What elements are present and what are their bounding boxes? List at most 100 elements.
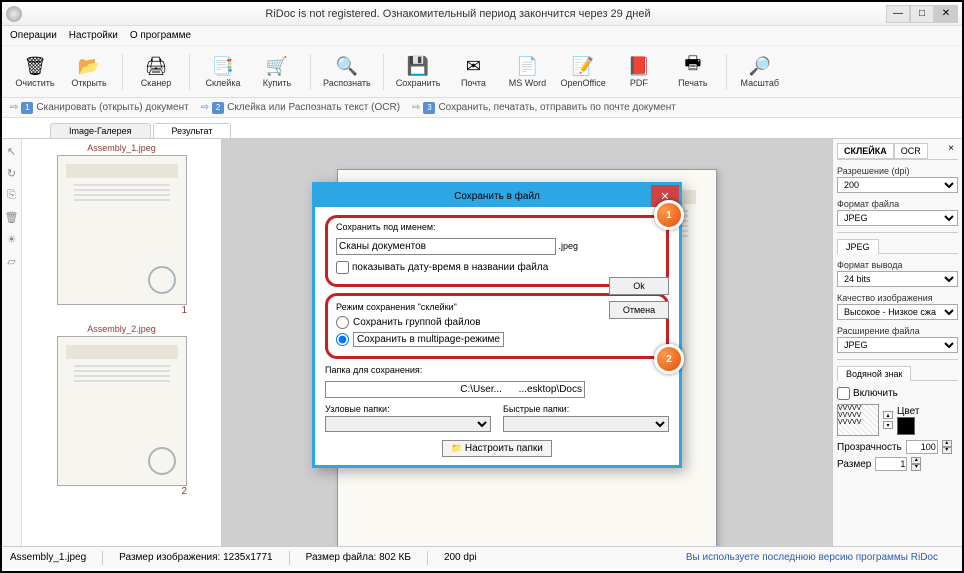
status-version-link[interactable]: Вы используете последнюю версию программ… — [686, 552, 938, 563]
output-label: Формат вывода — [837, 260, 958, 270]
tool-pointer-icon[interactable]: ↖ — [5, 145, 19, 159]
ext-label: Расширение файла — [837, 326, 958, 336]
toolbar-сканер[interactable]: 🖨Сканер — [131, 50, 181, 94]
watermark-enable-label: Включить — [853, 388, 898, 399]
document-tabs: Image-Галерея Результат — [2, 118, 962, 138]
rtab-ocr[interactable]: OCR — [894, 143, 928, 159]
toolbar-склейка[interactable]: 📑Склейка — [198, 50, 248, 94]
сохранить-icon: 💾 — [407, 55, 429, 77]
right-panel: СКЛЕЙКА OCR × Разрешение (dpi)200 Формат… — [832, 139, 962, 546]
масштаб-icon: 🔎 — [749, 55, 771, 77]
toolbar-почта[interactable]: ✉Почта — [448, 50, 498, 94]
spin-down[interactable]: ▾ — [942, 447, 952, 454]
tool-delete-icon[interactable]: 🗑 — [5, 211, 19, 225]
color-picker[interactable] — [897, 417, 915, 435]
dialog-title: Сохранить в файл ✕ — [315, 185, 679, 207]
size-input[interactable] — [875, 457, 907, 471]
mode-group-label: Сохранить группой файлов — [353, 317, 481, 328]
save-dialog: Сохранить в файл ✕ 1 Сохранить под имене… — [312, 182, 682, 468]
печать-icon: 🖶 — [682, 55, 704, 77]
toolbar: 🗑Очистить📂Открыть 🖨Сканер 📑Склейка🛒Купить 🔍… — [2, 46, 962, 98]
maximize-button[interactable]: □ — [910, 5, 934, 23]
watermark-pattern[interactable]: VVVVV VVVVV VVVVV — [837, 404, 879, 436]
status-file: Assembly_1.jpeg — [10, 552, 86, 563]
tool-brightness-icon[interactable]: ☀ — [5, 233, 19, 247]
очистить-icon: 🗑 — [24, 55, 46, 77]
node-folders-select[interactable] — [325, 416, 491, 432]
status-fsize: Размер файла: 802 КБ — [306, 552, 411, 563]
panel-close-icon[interactable]: × — [944, 143, 958, 159]
save-name-label: Сохранить под именем: — [336, 222, 658, 232]
ms word-icon: 📄 — [516, 55, 538, 77]
menu-settings[interactable]: Настройки — [69, 30, 118, 41]
opacity-label: Прозрачность — [837, 442, 902, 453]
mode-multipage-radio[interactable] — [336, 333, 349, 346]
купить-icon: 🛒 — [266, 55, 288, 77]
toolbar-открыть[interactable]: 📂Открыть — [64, 50, 114, 94]
tool-rotate-icon[interactable]: ↻ — [5, 167, 19, 181]
menu-about[interactable]: О программе — [130, 30, 191, 41]
folder-input[interactable] — [325, 381, 585, 398]
color-label: Цвет — [897, 406, 919, 417]
toolbar-масштаб[interactable]: 🔎Масштаб — [735, 50, 785, 94]
склейка-icon: 📑 — [212, 55, 234, 77]
thumbnail[interactable]: Assembly_2.jpeg2 — [26, 324, 217, 497]
statusbar: Assembly_1.jpeg Размер изображения: 1235… — [2, 546, 962, 568]
menu-operations[interactable]: Операции — [10, 30, 57, 41]
marker-1: 1 — [654, 200, 684, 230]
thumbnail[interactable]: Assembly_1.jpeg1 — [26, 143, 217, 316]
fast-folders-label: Быстрые папки: — [503, 404, 669, 414]
ext-select[interactable]: JPEG — [837, 337, 958, 353]
toolbar-сохранить[interactable]: 💾Сохранить — [392, 50, 445, 94]
spin-up[interactable]: ▴ — [942, 440, 952, 447]
step-1: ⇨1Сканировать (открыть) документ — [10, 102, 189, 114]
toolbar-openoffice[interactable]: 📝OpenOffice — [556, 50, 609, 94]
spin-up[interactable]: ▴ — [911, 457, 921, 464]
rtab-stitch[interactable]: СКЛЕЙКА — [837, 143, 894, 159]
configure-folders-button[interactable]: 📁 Настроить папки — [442, 440, 552, 457]
output-select[interactable]: 24 bits — [837, 271, 958, 287]
close-button[interactable]: ✕ — [934, 5, 958, 23]
openoffice-icon: 📝 — [572, 55, 594, 77]
resolution-label: Разрешение (dpi) — [837, 166, 958, 176]
toolbar-распознать[interactable]: 🔍Распознать — [319, 50, 375, 94]
titlebar: RiDoc is not registered. Ознакомительный… — [2, 2, 962, 26]
ok-button[interactable]: Ok — [609, 277, 669, 295]
сканер-icon: 🖨 — [145, 55, 167, 77]
resolution-select[interactable]: 200 — [837, 177, 958, 193]
datetime-checkbox[interactable] — [336, 261, 349, 274]
watermark-enable-checkbox[interactable] — [837, 387, 850, 400]
toolbar-печать[interactable]: 🖶Печать — [668, 50, 718, 94]
toolbar-купить[interactable]: 🛒Купить — [252, 50, 302, 94]
toolbar-ms word[interactable]: 📄MS Word — [502, 50, 552, 94]
marker-2: 2 — [654, 344, 684, 374]
распознать-icon: 🔍 — [336, 55, 358, 77]
format-select[interactable]: JPEG — [837, 210, 958, 226]
fast-folders-select[interactable] — [503, 416, 669, 432]
cancel-button[interactable]: Отмена — [609, 301, 669, 319]
quality-label: Качество изображения — [837, 293, 958, 303]
opacity-input[interactable] — [906, 440, 938, 454]
window-title: RiDoc is not registered. Ознакомительный… — [30, 8, 886, 20]
minimize-button[interactable]: — — [886, 5, 910, 23]
size-label: Размер — [837, 459, 871, 470]
spin-down[interactable]: ▾ — [911, 464, 921, 471]
tool-copy-icon[interactable]: ⎘ — [5, 189, 19, 203]
status-dpi: 200 dpi — [444, 552, 477, 563]
tab-gallery[interactable]: Image-Галерея — [50, 123, 151, 138]
quality-select[interactable]: Высокое - Низкое сжа — [837, 304, 958, 320]
thumbnail-panel: Assembly_1.jpeg1Assembly_2.jpeg2 — [22, 139, 222, 546]
tool-crop-icon[interactable]: ▱ — [5, 255, 19, 269]
subtab-watermark[interactable]: Водяной знак — [837, 366, 911, 381]
toolbar-очистить[interactable]: 🗑Очистить — [10, 50, 60, 94]
toolbar-pdf[interactable]: 📕PDF — [614, 50, 664, 94]
tab-result[interactable]: Результат — [153, 123, 232, 138]
почта-icon: ✉ — [462, 55, 484, 77]
mode-group-radio[interactable] — [336, 316, 349, 329]
subtab-jpeg[interactable]: JPEG — [837, 239, 879, 254]
step-2: ⇨2Склейка или Распознать текст (OCR) — [201, 102, 400, 114]
menubar: Операции Настройки О программе — [2, 26, 962, 46]
format-label: Формат файла — [837, 199, 958, 209]
save-name-input[interactable] — [336, 238, 556, 255]
left-toolbar: ↖ ↻ ⎘ 🗑 ☀ ▱ — [2, 139, 22, 546]
